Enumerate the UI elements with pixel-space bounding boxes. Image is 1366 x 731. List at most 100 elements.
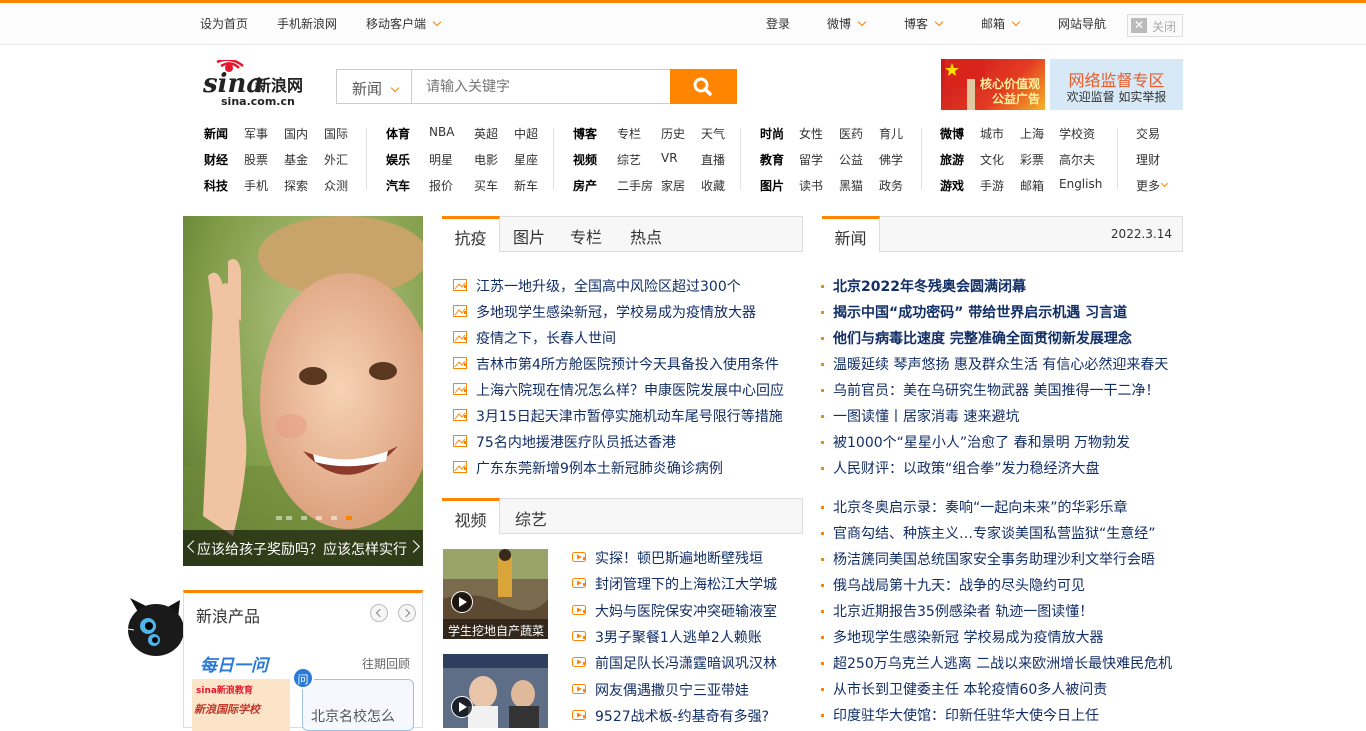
slide-dot-active[interactable] — [346, 516, 352, 520]
news-item-link[interactable]: 前国足队长冯潇霆暗讽巩汉林 — [572, 653, 777, 673]
news-item-link[interactable]: 北京近期报告35例感染者 轨迹一图读懂！ — [821, 601, 1093, 621]
nav-link[interactable]: 中超 — [514, 125, 538, 142]
news-item-link[interactable]: 3男子聚餐1人逃单2人赖账 — [572, 627, 762, 647]
nav-link[interactable]: 娱乐 — [386, 151, 410, 168]
site-nav-link[interactable]: 网站导航 — [1058, 15, 1106, 32]
nav-link[interactable]: 汽车 — [386, 177, 410, 194]
nav-link[interactable]: 更多 — [1136, 177, 1160, 194]
nav-link[interactable]: 探索 — [284, 177, 308, 194]
news-item-link[interactable]: 多地现学生感染新冠，学校易成为疫情放大器 — [453, 302, 756, 322]
play-icon[interactable] — [451, 591, 473, 613]
supervision-banner[interactable]: 网络监督专区 欢迎监督 如实举报 — [1050, 59, 1183, 110]
slide-dot[interactable] — [301, 516, 307, 520]
slide-dot[interactable] — [276, 516, 282, 520]
tab-variety[interactable]: 综艺 — [501, 498, 561, 534]
search-button[interactable] — [670, 69, 737, 104]
nav-link[interactable]: 基金 — [284, 151, 308, 168]
news-item-link[interactable]: 杨洁篪同美国总统国家安全事务助理沙利文举行会晤 — [821, 549, 1155, 569]
nav-link[interactable]: 房产 — [573, 177, 597, 194]
nav-link[interactable]: 高尔夫 — [1059, 151, 1095, 168]
news-item-link[interactable]: 乌前官员：美在乌研究生物武器 美国推得一干二净！ — [821, 380, 1159, 400]
nav-link[interactable]: 外汇 — [324, 151, 348, 168]
nav-link[interactable]: 体育 — [386, 125, 410, 142]
nav-link[interactable]: 直播 — [701, 151, 725, 168]
tab-video[interactable]: 视频 — [442, 498, 500, 534]
set-homepage-link[interactable]: 设为首页 — [200, 15, 248, 32]
news-item-link[interactable]: 揭示中国“成功密码” 带给世界启示机遇 习言道 — [821, 302, 1127, 322]
nav-link[interactable]: 新闻 — [204, 125, 228, 142]
mobile-sina-link[interactable]: 手机新浪网 — [277, 15, 337, 32]
tab-news[interactable]: 新闻 — [822, 216, 880, 252]
promo-card[interactable]: sina新浪教育 新浪国际学校 — [192, 679, 290, 731]
nav-link[interactable]: 教育 — [760, 151, 784, 168]
nav-link[interactable]: 科技 — [204, 177, 228, 194]
nav-link[interactable]: 财经 — [204, 151, 228, 168]
search-input[interactable] — [411, 69, 671, 104]
nav-link[interactable]: 新车 — [514, 177, 538, 194]
news-item-link[interactable]: 75名内地援港医疗队员抵达香港 — [453, 432, 676, 452]
close-button[interactable]: ✕ 关闭 — [1127, 14, 1183, 37]
nav-link[interactable]: VR — [661, 151, 678, 165]
news-item-link[interactable]: 9527战术板-约基奇有多强? — [572, 706, 769, 726]
nav-link[interactable]: 文化 — [980, 151, 1004, 168]
nav-link[interactable]: 微博 — [940, 125, 964, 142]
tab-columns[interactable]: 专栏 — [557, 216, 615, 252]
news-item-link[interactable]: 实探！顿巴斯遍地断壁残垣 — [572, 548, 763, 568]
prev-circle-button[interactable] — [370, 604, 388, 622]
tab-hot[interactable]: 热点 — [615, 216, 677, 252]
nav-link[interactable]: 家居 — [661, 177, 685, 194]
nav-link[interactable]: 买车 — [474, 177, 498, 194]
nav-link[interactable]: 图片 — [760, 177, 784, 194]
nav-link[interactable]: 上海 — [1020, 125, 1044, 142]
play-icon[interactable] — [451, 696, 473, 718]
news-item-link[interactable]: 大妈与医院保安冲突砸输液室 — [572, 601, 777, 621]
nav-link[interactable]: NBA — [429, 125, 454, 139]
news-item-link[interactable]: 疫情之下，长春人世间 — [453, 328, 616, 348]
nav-link[interactable]: 视频 — [573, 151, 597, 168]
news-item-link[interactable]: 人民财评：以政策“组合拳”发力稳经济大盘 — [821, 458, 1100, 478]
news-item-link[interactable]: 上海六院现在情况怎么样？申康医院发展中心回应 — [453, 380, 784, 400]
nav-link[interactable]: 黑猫 — [839, 177, 863, 194]
nav-link[interactable]: 收藏 — [701, 177, 725, 194]
mobile-client-menu[interactable]: 移动客户端 — [366, 15, 442, 32]
mail-menu[interactable]: 邮箱 — [981, 15, 1021, 32]
nav-link[interactable]: 报价 — [429, 177, 453, 194]
nav-link[interactable]: 理财 — [1136, 151, 1160, 168]
nav-link[interactable]: 手游 — [980, 177, 1004, 194]
nav-link[interactable]: 佛学 — [879, 151, 903, 168]
nav-link[interactable]: 军事 — [244, 125, 268, 142]
nav-link[interactable]: 学校资 — [1059, 125, 1095, 142]
nav-link[interactable]: 留学 — [799, 151, 823, 168]
nav-link[interactable]: 公益 — [839, 151, 863, 168]
news-item-link[interactable]: 从市长到卫健委主任 本轮疫情60多人被问责 — [821, 679, 1107, 699]
news-item-link[interactable]: 超250万乌克兰人逃离 二战以来欧洲增长最快难民危机 — [821, 653, 1172, 673]
news-item-link[interactable]: 广东东莞新增9例本土新冠肺炎确诊病例 — [453, 458, 723, 478]
past-review-link[interactable]: 往期回顾 — [362, 655, 410, 672]
nav-link[interactable]: 读书 — [799, 177, 823, 194]
search-category-select[interactable]: 新闻 — [336, 69, 412, 104]
nav-link[interactable]: 股票 — [244, 151, 268, 168]
news-item-link[interactable]: 多地现学生感染新冠 学校易成为疫情放大器 — [821, 627, 1103, 647]
nav-link[interactable]: 时尚 — [760, 125, 784, 142]
video-thumbnail[interactable] — [443, 654, 548, 728]
news-item-link[interactable]: 北京冬奥启示录：奏响“一起向未来”的华彩乐章 — [821, 497, 1128, 517]
nav-link[interactable]: 星座 — [514, 151, 538, 168]
next-arrow-icon[interactable] — [407, 540, 420, 553]
nav-link[interactable]: 交易 — [1136, 125, 1160, 142]
news-item-link[interactable]: 吉林市第4所方舱医院预计今天具备投入使用条件 — [453, 354, 779, 374]
slide-dot[interactable] — [316, 516, 322, 520]
blog-menu[interactable]: 博客 — [904, 15, 944, 32]
video-thumbnail[interactable]: 学生挖地自产蔬菜 — [443, 549, 548, 639]
nav-link[interactable]: 手机 — [244, 177, 268, 194]
weibo-menu[interactable]: 微博 — [827, 15, 867, 32]
news-item-link[interactable]: 江苏一地升级，全国高中风险区超过300个 — [453, 276, 741, 296]
news-item-link[interactable]: 俄乌战局第十九天：战争的尽头隐约可见 — [821, 575, 1085, 595]
focus-caption[interactable]: 应该给孩子奖励吗？应该怎样实行 — [197, 539, 407, 559]
nav-link[interactable]: 综艺 — [617, 151, 641, 168]
nav-link[interactable]: 天气 — [701, 125, 725, 142]
news-item-link[interactable]: 3月15日起天津市暂停实施机动车尾号限行等措施 — [453, 406, 783, 426]
public-ad-banner[interactable]: 核心价值观 公益广告 — [941, 59, 1045, 110]
login-link[interactable]: 登录 — [766, 15, 790, 32]
news-item-link[interactable]: 印度驻华大使馆：印新任驻华大使今日上任 — [821, 705, 1099, 725]
nav-link[interactable]: 电影 — [474, 151, 498, 168]
